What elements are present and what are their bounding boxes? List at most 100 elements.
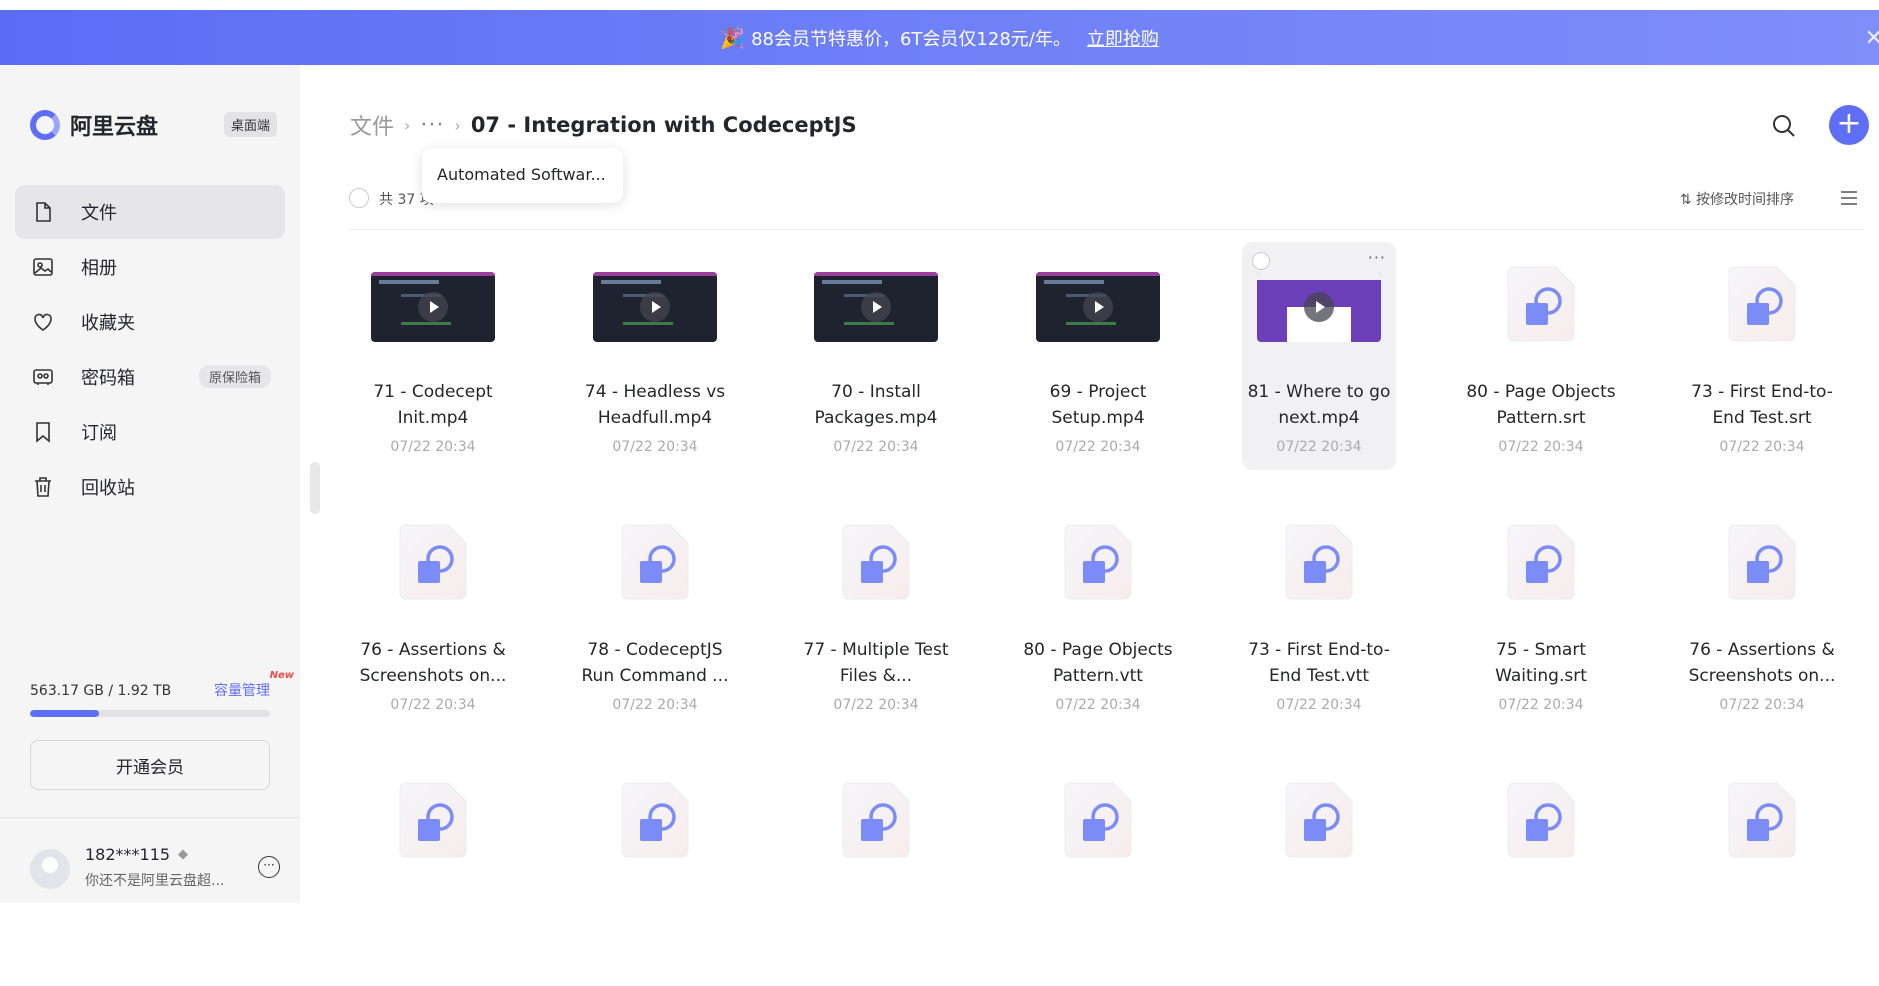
file-date: 07/22 20:34 — [1276, 697, 1362, 713]
file-name-line-2: Pattern.vtt — [1053, 666, 1143, 686]
document-file-icon — [621, 524, 689, 600]
file-card[interactable] — [1021, 758, 1175, 986]
search-icon[interactable] — [1770, 112, 1798, 140]
sidebar-item-trash[interactable]: 回收站 — [15, 460, 285, 514]
file-date: 07/22 20:34 — [1719, 697, 1805, 713]
open-vip-button[interactable]: 开通会员 — [30, 740, 270, 790]
file-card[interactable]: 77 - Multiple Test Files &... 07/22 20:34 — [799, 500, 953, 728]
file-card[interactable]: 78 - CodeceptJS Run Command ... 07/22 20:3… — [578, 500, 732, 728]
file-date: 07/22 20:34 — [612, 697, 698, 713]
document-file-icon — [621, 782, 689, 858]
play-icon — [861, 292, 891, 322]
file-icon — [36, 202, 51, 222]
play-icon — [1083, 292, 1113, 322]
file-card[interactable]: 71 - Codecept Init.mp4 07/22 20:34 — [356, 242, 510, 470]
sidebar-nav: 文件 相册 收藏夹 密码箱 原保险箱 订阅 回收站 — [15, 185, 285, 515]
file-card[interactable]: 80 - Page Objects Pattern.srt 07/22 20:34 — [1464, 242, 1618, 470]
capacity-manage-link[interactable]: 容量管理 — [214, 680, 270, 700]
file-name-line-1: 74 - Headless vs — [584, 382, 726, 402]
file-card[interactable] — [356, 758, 510, 986]
file-name: 74 - Headless vs Headfull.mp4 — [578, 379, 732, 431]
user-name: 182***115 — [85, 845, 171, 864]
file-card[interactable]: 80 - Page Objects Pattern.vtt 07/22 20:34 — [1021, 500, 1175, 728]
file-card[interactable]: 69 - Project Setup.mp4 07/22 20:34 — [1021, 242, 1175, 470]
file-card[interactable]: 73 - First End-to- End Test.srt 07/22 20:3… — [1685, 242, 1839, 470]
diamond-icon: ◆ — [178, 847, 188, 862]
chevron-right-icon: › — [454, 115, 461, 135]
play-icon — [640, 292, 670, 322]
more-options-icon[interactable]: ··· — [1368, 248, 1386, 267]
file-card[interactable]: 76 - Assertions & Screenshots on... 07/22 … — [1685, 500, 1839, 728]
file-name-line-2: Packages.mp4 — [814, 408, 938, 428]
file-card[interactable] — [1242, 758, 1396, 986]
sort-button[interactable]: ⇅ 按修改时间排序 — [1680, 189, 1794, 209]
avatar[interactable] — [30, 849, 70, 889]
file-name-line-1: 80 - Page Objects — [1466, 382, 1616, 402]
storage-progress-fill — [30, 710, 99, 717]
promo-banner: 🎉 88会员节特惠价，6T会员仅128元/年。 立即抢购 ✕ — [0, 10, 1879, 65]
select-all-checkbox[interactable] — [349, 188, 369, 208]
sidebar-item-safe[interactable]: 密码箱 原保险箱 — [15, 350, 285, 404]
file-date: 07/22 20:34 — [1498, 697, 1584, 713]
close-icon[interactable]: ✕ — [1865, 26, 1879, 51]
file-name-line-2: End Test.vtt — [1269, 666, 1369, 686]
more-options-icon[interactable]: ··· — [258, 856, 280, 878]
file-name-line-1: 81 - Where to go — [1247, 382, 1391, 402]
trash-icon — [35, 477, 51, 497]
chevron-right-icon: › — [404, 115, 411, 135]
file-name-line-1: 76 - Assertions & — [1689, 640, 1835, 660]
breadcrumb-tooltip: Automated Softwar... — [422, 148, 623, 203]
breadcrumb-root[interactable]: 文件 — [350, 109, 394, 141]
file-select-checkbox[interactable] — [1252, 252, 1270, 270]
file-card[interactable]: ··· 81 - Where to go next.mp4 07/22 20:34 — [1242, 242, 1396, 470]
sort-icon: ⇅ — [1679, 192, 1696, 208]
list-view-icon[interactable] — [1839, 190, 1859, 206]
file-date: 07/22 20:34 — [1276, 439, 1362, 455]
sidebar-item-subscriptions[interactable]: 订阅 — [15, 405, 285, 459]
document-file-icon — [1285, 782, 1353, 858]
file-card[interactable]: 74 - Headless vs Headfull.mp4 07/22 20:34 — [578, 242, 732, 470]
file-card[interactable] — [799, 758, 953, 986]
user-panel[interactable]: 182***115 ◆ 你还不是阿里云盘超... ··· — [30, 845, 280, 895]
file-card[interactable] — [578, 758, 732, 986]
file-name: 69 - Project Setup.mp4 — [1021, 379, 1175, 431]
video-thumbnail — [1257, 272, 1381, 342]
file-name: 76 - Assertions & Screenshots on... — [1685, 637, 1839, 689]
file-name-line-2: End Test.srt — [1712, 408, 1812, 428]
file-name-line-1: 70 - Install — [831, 382, 921, 402]
file-card[interactable]: 73 - First End-to- End Test.vtt 07/22 20:3… — [1242, 500, 1396, 728]
sidebar-item-label: 相册 — [81, 258, 117, 279]
file-card[interactable]: 70 - Install Packages.mp4 07/22 20:34 — [799, 242, 953, 470]
file-date: 07/22 20:34 — [1719, 439, 1805, 455]
file-card[interactable] — [1685, 758, 1839, 986]
play-icon — [1304, 292, 1334, 322]
document-file-icon — [1064, 782, 1132, 858]
sidebar-item-label: 文件 — [81, 203, 117, 224]
file-date: 07/22 20:34 — [833, 439, 919, 455]
file-name-line-2: Files &... — [839, 666, 913, 686]
heart-icon — [34, 313, 52, 331]
file-name-line-2: Setup.mp4 — [1051, 408, 1145, 428]
sidebar-item-favorites[interactable]: 收藏夹 — [15, 295, 285, 349]
document-file-icon — [1064, 524, 1132, 600]
add-button[interactable]: + — [1829, 105, 1869, 145]
photo-album-icon — [33, 258, 53, 276]
file-card[interactable]: 75 - Smart Waiting.srt 07/22 20:34 — [1464, 500, 1618, 728]
file-card[interactable] — [1464, 758, 1618, 986]
user-membership-status: 你还不是阿里云盘超... — [85, 873, 225, 889]
file-name-line-2: Pattern.srt — [1496, 408, 1586, 428]
file-name-line-1: 73 - First End-to- — [1691, 382, 1833, 402]
file-name-line-1: 78 - CodeceptJS — [587, 640, 723, 660]
play-icon — [418, 292, 448, 322]
breadcrumb-ellipsis[interactable]: ··· — [420, 113, 444, 138]
document-file-icon — [1507, 266, 1575, 342]
toolbar-divider — [349, 229, 1864, 230]
sidebar-item-files[interactable]: 文件 — [15, 185, 285, 239]
sidebar-item-label: 回收站 — [81, 478, 135, 499]
app-logo[interactable]: 阿里云盘 — [30, 109, 158, 141]
sidebar-item-album[interactable]: 相册 — [15, 240, 285, 294]
sort-label: 按修改时间排序 — [1696, 192, 1794, 208]
file-card[interactable]: 76 - Assertions & Screenshots on... 07/22 … — [356, 500, 510, 728]
sidebar-resize-handle[interactable] — [310, 462, 320, 514]
promo-buy-link[interactable]: 立即抢购 — [1087, 25, 1159, 51]
